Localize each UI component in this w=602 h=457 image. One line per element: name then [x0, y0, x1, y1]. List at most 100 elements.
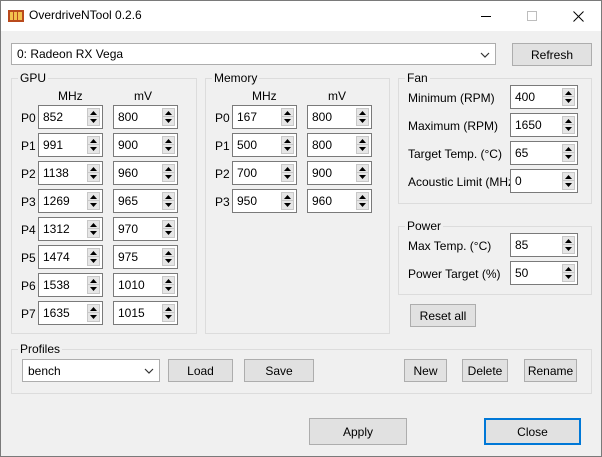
spin-down-icon[interactable]: [88, 285, 99, 293]
spin-up-icon[interactable]: [163, 277, 174, 285]
load-profile-button[interactable]: Load: [168, 359, 233, 382]
spin-down-icon[interactable]: [88, 229, 99, 237]
spin-up-icon[interactable]: [163, 165, 174, 173]
memory-mv-input[interactable]: 900: [307, 161, 372, 185]
spin-up-icon[interactable]: [282, 193, 293, 201]
gpu-mhz-input[interactable]: 1269: [38, 189, 103, 213]
spin-buttons[interactable]: [87, 220, 100, 238]
spin-buttons[interactable]: [281, 164, 294, 182]
gpu-mv-input[interactable]: 970: [113, 217, 178, 241]
spin-buttons[interactable]: [87, 108, 100, 126]
spin-buttons[interactable]: [562, 172, 575, 190]
gpu-mv-input[interactable]: 800: [113, 105, 178, 129]
spin-up-icon[interactable]: [563, 89, 574, 97]
spin-down-icon[interactable]: [357, 173, 368, 181]
spin-buttons[interactable]: [562, 144, 575, 162]
spin-up-icon[interactable]: [563, 265, 574, 273]
delete-profile-button[interactable]: Delete: [462, 359, 508, 382]
spin-buttons[interactable]: [356, 108, 369, 126]
maximize-button[interactable]: [509, 1, 555, 31]
spin-up-icon[interactable]: [163, 193, 174, 201]
power-target-input[interactable]: 50: [510, 261, 578, 285]
spin-up-icon[interactable]: [88, 277, 99, 285]
apply-button[interactable]: Apply: [309, 418, 407, 445]
memory-mhz-input[interactable]: 500: [232, 133, 297, 157]
spin-up-icon[interactable]: [88, 165, 99, 173]
spin-down-icon[interactable]: [88, 173, 99, 181]
spin-up-icon[interactable]: [163, 109, 174, 117]
memory-mhz-input[interactable]: 700: [232, 161, 297, 185]
spin-down-icon[interactable]: [163, 173, 174, 181]
gpu-mv-input[interactable]: 960: [113, 161, 178, 185]
gpu-mhz-input[interactable]: 1138: [38, 161, 103, 185]
spin-buttons[interactable]: [87, 164, 100, 182]
spin-up-icon[interactable]: [282, 137, 293, 145]
spin-down-icon[interactable]: [357, 117, 368, 125]
spin-down-icon[interactable]: [88, 257, 99, 265]
save-profile-button[interactable]: Save: [244, 359, 314, 382]
spin-down-icon[interactable]: [563, 181, 574, 189]
gpu-mv-input[interactable]: 900: [113, 133, 178, 157]
spin-up-icon[interactable]: [357, 165, 368, 173]
spin-up-icon[interactable]: [163, 221, 174, 229]
gpu-mhz-input[interactable]: 1635: [38, 301, 103, 325]
spin-up-icon[interactable]: [163, 249, 174, 257]
spin-buttons[interactable]: [281, 136, 294, 154]
gpu-mv-input[interactable]: 1015: [113, 301, 178, 325]
spin-up-icon[interactable]: [88, 249, 99, 257]
spin-down-icon[interactable]: [563, 273, 574, 281]
spin-up-icon[interactable]: [282, 109, 293, 117]
spin-buttons[interactable]: [87, 192, 100, 210]
spin-up-icon[interactable]: [88, 305, 99, 313]
spin-buttons[interactable]: [87, 248, 100, 266]
gpu-mhz-input[interactable]: 1312: [38, 217, 103, 241]
refresh-button[interactable]: Refresh: [512, 43, 592, 66]
device-select[interactable]: 0: Radeon RX Vega: [11, 43, 496, 65]
spin-up-icon[interactable]: [163, 137, 174, 145]
spin-down-icon[interactable]: [563, 153, 574, 161]
spin-buttons[interactable]: [356, 136, 369, 154]
spin-buttons[interactable]: [87, 136, 100, 154]
spin-down-icon[interactable]: [163, 257, 174, 265]
spin-buttons[interactable]: [87, 304, 100, 322]
spin-down-icon[interactable]: [163, 313, 174, 321]
fan-min-input[interactable]: 400: [510, 85, 578, 109]
spin-up-icon[interactable]: [163, 305, 174, 313]
fan-acoustic-limit-input[interactable]: 0: [510, 169, 578, 193]
spin-buttons[interactable]: [356, 164, 369, 182]
spin-buttons[interactable]: [281, 192, 294, 210]
spin-down-icon[interactable]: [282, 117, 293, 125]
rename-profile-button[interactable]: Rename: [524, 359, 577, 382]
gpu-mv-input[interactable]: 975: [113, 245, 178, 269]
reset-all-button[interactable]: Reset all: [410, 304, 476, 327]
spin-buttons[interactable]: [162, 108, 175, 126]
spin-buttons[interactable]: [162, 136, 175, 154]
gpu-mhz-input[interactable]: 1474: [38, 245, 103, 269]
spin-down-icon[interactable]: [88, 201, 99, 209]
spin-up-icon[interactable]: [88, 137, 99, 145]
spin-buttons[interactable]: [562, 88, 575, 106]
spin-buttons[interactable]: [562, 236, 575, 254]
spin-buttons[interactable]: [162, 304, 175, 322]
spin-buttons[interactable]: [162, 220, 175, 238]
spin-down-icon[interactable]: [282, 201, 293, 209]
spin-down-icon[interactable]: [88, 117, 99, 125]
memory-mv-input[interactable]: 800: [307, 105, 372, 129]
spin-buttons[interactable]: [356, 192, 369, 210]
spin-up-icon[interactable]: [88, 221, 99, 229]
spin-buttons[interactable]: [162, 276, 175, 294]
spin-down-icon[interactable]: [163, 285, 174, 293]
spin-buttons[interactable]: [162, 164, 175, 182]
spin-down-icon[interactable]: [163, 201, 174, 209]
spin-up-icon[interactable]: [357, 137, 368, 145]
spin-up-icon[interactable]: [88, 109, 99, 117]
memory-mhz-input[interactable]: 167: [232, 105, 297, 129]
spin-buttons[interactable]: [162, 192, 175, 210]
spin-down-icon[interactable]: [163, 145, 174, 153]
spin-up-icon[interactable]: [563, 237, 574, 245]
spin-up-icon[interactable]: [563, 145, 574, 153]
spin-down-icon[interactable]: [563, 125, 574, 133]
spin-up-icon[interactable]: [88, 193, 99, 201]
spin-down-icon[interactable]: [88, 313, 99, 321]
new-profile-button[interactable]: New: [404, 359, 447, 382]
